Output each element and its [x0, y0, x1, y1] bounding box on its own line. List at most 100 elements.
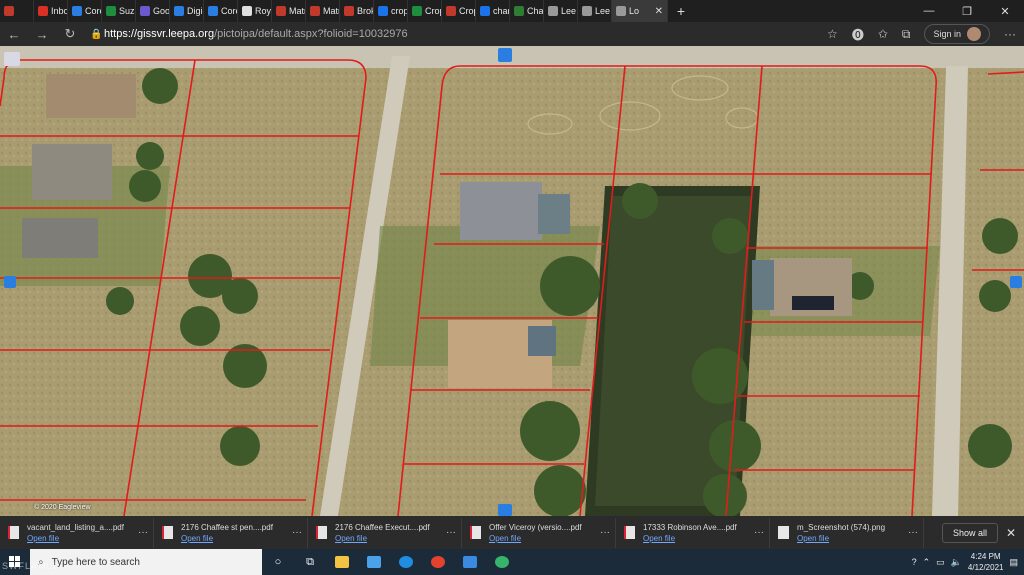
minimize-button[interactable]: — — [910, 5, 948, 18]
browser-tab[interactable]: Crop I — [408, 0, 442, 22]
tab-label: crop p — [391, 6, 408, 16]
maximize-button[interactable]: ❐ — [948, 5, 986, 18]
pdf-file-icon — [624, 526, 635, 539]
tab-favicon-icon — [106, 6, 116, 16]
download-menu-icon[interactable]: ··· — [749, 527, 769, 538]
close-downloads-button[interactable]: ✕ — [998, 526, 1024, 540]
tab-label: Lee Co — [595, 6, 611, 16]
download-menu-icon[interactable]: ··· — [441, 527, 461, 538]
close-tab-icon[interactable]: ✕ — [655, 6, 663, 17]
download-item[interactable]: 2176 Chaffee st pen....pdf Open file ··· — [154, 517, 308, 548]
download-menu-icon[interactable]: ··· — [287, 527, 307, 538]
chrome-icon[interactable] — [422, 549, 454, 575]
open-file-link[interactable]: Open file — [181, 533, 287, 544]
browser-tab[interactable]: Crop a — [442, 0, 476, 22]
tab-label: Charlo — [527, 6, 544, 16]
clock-time: 4:24 PM — [970, 552, 1001, 561]
open-file-link[interactable]: Open file — [489, 533, 595, 544]
tab-label: Crop a — [459, 6, 475, 16]
taskbar-search-box[interactable]: ⌕ Type here to search — [30, 549, 262, 575]
tab-favicon-icon — [446, 6, 456, 16]
back-button[interactable]: ← — [0, 27, 28, 42]
sign-in-label: Sign in — [933, 29, 961, 39]
aerial-parcel-map[interactable] — [0, 46, 1024, 516]
browser-tab[interactable]: Lee Co — [578, 0, 612, 22]
map-copyright: © 2020 Eagleview — [34, 504, 91, 511]
download-item[interactable]: Offer Viceroy (versio....pdf Open file ··· — [462, 517, 616, 548]
open-file-link[interactable]: Open file — [335, 533, 441, 544]
pdf-file-icon — [470, 526, 481, 539]
browser-tab[interactable]: charlo — [476, 0, 510, 22]
favorites-icon[interactable]: ✩ — [878, 27, 888, 41]
tab-strip: Inbox Core | Suzan Googl DigiSi Core | Royal Ma… — [0, 0, 1024, 22]
download-menu-icon[interactable]: ··· — [903, 527, 923, 538]
refresh-button[interactable]: ↻ — [56, 26, 84, 42]
windows-taskbar: ⌕ Type here to search ○ ⧉ ? ⌃ ▭ 🔈 4:24 P… — [0, 549, 1024, 575]
tab-favicon-icon — [480, 6, 490, 16]
tab-label: Royal — [255, 6, 272, 16]
download-text: 17333 Robinson Ave....pdf Open file — [643, 522, 749, 544]
tab-favicon-icon — [38, 6, 48, 16]
store-icon[interactable] — [358, 549, 390, 575]
open-file-link[interactable]: Open file — [797, 533, 903, 544]
edge-beta-icon[interactable] — [486, 549, 518, 575]
browser-tab[interactable]: Matrix — [272, 0, 306, 22]
tab-favicon-icon — [344, 6, 354, 16]
browser-tab[interactable]: Broke — [340, 0, 374, 22]
tab-favicon-icon — [276, 6, 286, 16]
network-icon[interactable]: ▭ — [936, 557, 945, 568]
close-window-button[interactable]: ✕ — [986, 5, 1024, 18]
cortana-icon[interactable]: ○ — [262, 549, 294, 575]
browser-tab[interactable]: Lo ✕ — [612, 0, 668, 22]
download-item[interactable]: 17333 Robinson Ave....pdf Open file ··· — [616, 517, 770, 548]
browser-tab[interactable]: Googl — [136, 0, 170, 22]
tab-favicon-icon — [616, 6, 626, 16]
mail-icon[interactable] — [454, 549, 486, 575]
pdf-file-icon — [162, 526, 173, 539]
task-view-icon[interactable]: ⧉ — [294, 549, 326, 575]
show-all-button[interactable]: Show all — [941, 522, 998, 543]
open-file-link[interactable]: Open file — [27, 533, 133, 544]
collections-icon[interactable]: ⧉ — [902, 27, 911, 42]
browser-tab[interactable]: Core | — [68, 0, 102, 22]
volume-icon[interactable]: 🔈 — [951, 557, 962, 568]
edge-icon[interactable] — [390, 549, 422, 575]
tab-label: Core | — [85, 6, 101, 16]
notifications-icon[interactable]: ▤ — [1009, 557, 1018, 568]
url-host: https://gissvr.leepa.org — [104, 28, 215, 40]
download-menu-icon[interactable]: ··· — [595, 527, 615, 538]
download-item[interactable]: 2176 Chaffee Execut....pdf Open file ··· — [308, 517, 462, 548]
download-filename: 17333 Robinson Ave....pdf — [643, 522, 737, 532]
window-controls: — ❐ ✕ — [910, 5, 1024, 18]
browser-tab[interactable]: DigiSi — [170, 0, 204, 22]
url-field[interactable]: 🔒 https://gissvr.leepa.org/pictoipa/defa… — [90, 24, 825, 44]
new-tab-button[interactable]: + — [668, 3, 694, 19]
browser-tab[interactable]: Suzan — [102, 0, 136, 22]
tab-favicon-icon — [140, 6, 150, 16]
avatar — [967, 27, 981, 41]
open-file-link[interactable]: Open file — [643, 533, 749, 544]
browser-tab[interactable]: crop p — [374, 0, 408, 22]
forward-button[interactable]: → — [28, 27, 56, 42]
download-item[interactable]: vacant_land_listing_a....pdf Open file ··· — [0, 517, 154, 548]
chevron-up-icon[interactable]: ⌃ — [923, 557, 931, 568]
clock[interactable]: 4:24 PM 4/12/2021 — [968, 551, 1004, 573]
more-menu-icon[interactable]: ··· — [1004, 27, 1016, 41]
sign-in-button[interactable]: Sign in — [924, 24, 990, 44]
browser-tab[interactable]: Core | — [204, 0, 238, 22]
browser-tab[interactable]: Royal — [238, 0, 272, 22]
extension-icon[interactable]: ⓿ — [852, 26, 864, 43]
download-item[interactable]: m_Screenshot (574).png Open file ··· — [770, 517, 924, 548]
tab-label: Crop I — [425, 6, 441, 16]
browser-tab[interactable]: Charlo — [510, 0, 544, 22]
browser-tab[interactable]: Lee Co — [544, 0, 578, 22]
help-icon[interactable]: ? — [912, 557, 917, 567]
browser-tab[interactable]: Inbox — [34, 0, 68, 22]
download-menu-icon[interactable]: ··· — [133, 527, 153, 538]
browser-tab[interactable]: Matrix — [306, 0, 340, 22]
browser-tab[interactable] — [0, 0, 34, 22]
favorite-star-icon[interactable]: ☆ — [827, 27, 838, 41]
download-text: m_Screenshot (574).png Open file — [797, 522, 903, 544]
file-explorer-icon[interactable] — [326, 549, 358, 575]
tab-label: Matrix — [289, 6, 305, 16]
